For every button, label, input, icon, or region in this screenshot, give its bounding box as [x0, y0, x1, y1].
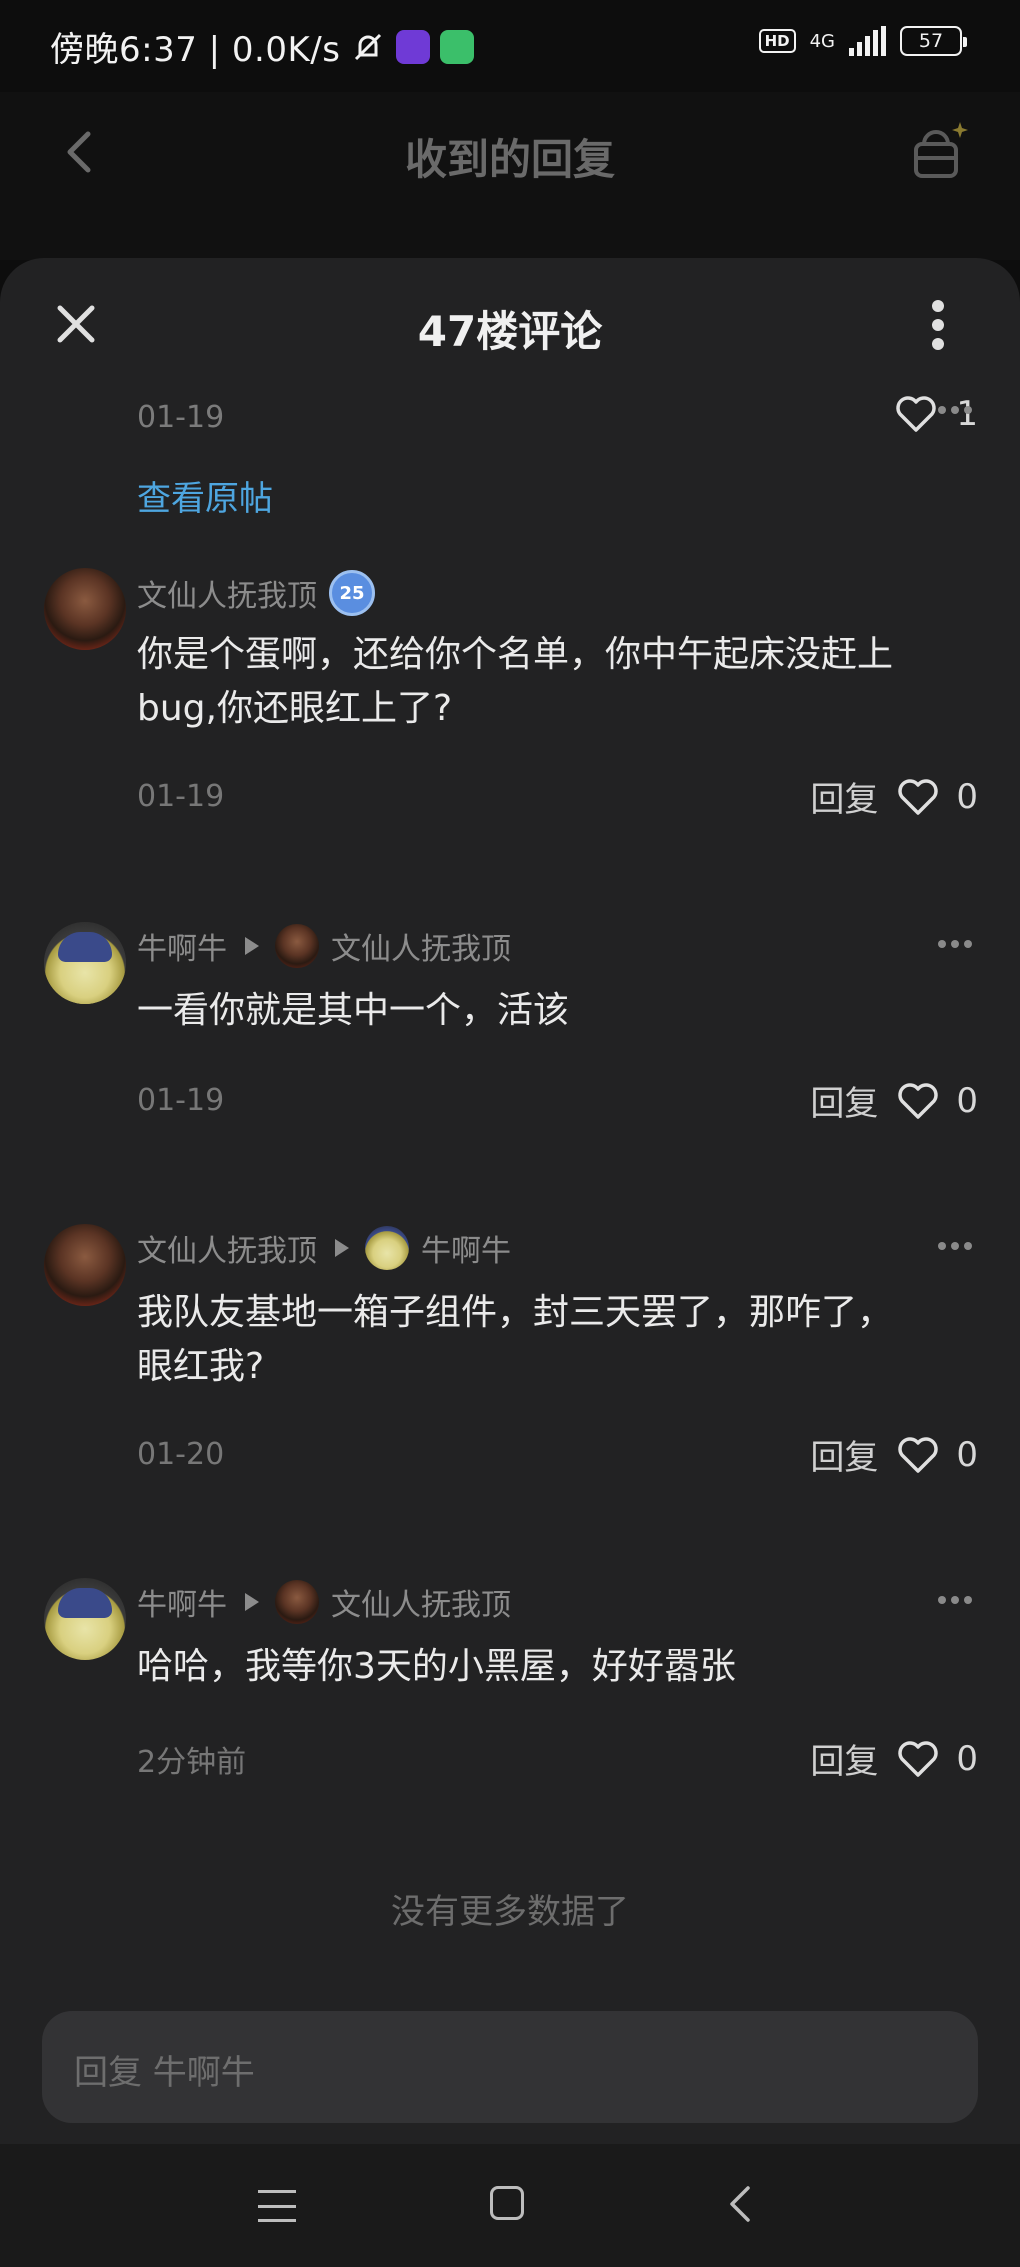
reply-arrow-icon [245, 1593, 259, 1611]
reply-input-placeholder: 回复 牛啊牛 [74, 2053, 255, 2093]
heart-icon [898, 1082, 939, 1119]
comment-text: 哈哈，我等你3天的小黑屋，好好嚣张 [137, 1640, 967, 1694]
background-page-header: 收到的回复 [0, 92, 1020, 260]
back-icon[interactable] [724, 2184, 754, 2224]
avatar [275, 1580, 319, 1624]
heart-icon [898, 1436, 939, 1473]
comment-meta: 2分钟前 回复 0 [137, 1734, 978, 1783]
like-count: 0 [956, 1080, 978, 1121]
comment-text-line: 哈哈，我等你3天的小黑屋，好好嚣张 [137, 1646, 736, 1687]
avatar [365, 1226, 409, 1270]
comment-text: 我队友基地一箱子组件，封三天罢了，那咋了， 眼红我? [137, 1286, 967, 1394]
app-notification-icon [396, 29, 431, 64]
comment-date: 2分钟前 [137, 1744, 247, 1780]
comment-author-row: 文仙人抚我顶 牛啊牛 [137, 1226, 511, 1270]
avatar[interactable] [44, 1224, 126, 1306]
avatar [275, 924, 319, 968]
battery-level: 57 [918, 30, 944, 52]
like-count: 0 [956, 1434, 978, 1475]
reply-button[interactable]: 回复 [810, 1430, 878, 1479]
basket-icon [914, 122, 968, 178]
signal-icon [849, 26, 886, 56]
comment-date: 01-19 [137, 1083, 225, 1118]
reply-to-name[interactable]: 文仙人抚我顶 [331, 1580, 511, 1624]
mute-bell-icon [355, 33, 382, 60]
comment-more-icon[interactable] [938, 940, 972, 948]
comment-meta: 01-19 回复 0 [137, 1076, 978, 1125]
author-name[interactable]: 文仙人抚我顶 [137, 1226, 317, 1270]
no-more-data-text: 没有更多数据了 [391, 1892, 629, 1932]
home-icon[interactable] [490, 2186, 524, 2220]
reply-to-name[interactable]: 牛啊牛 [421, 1226, 511, 1270]
comment-author-row: 牛啊牛 文仙人抚我顶 [137, 924, 511, 968]
avatar[interactable] [44, 922, 126, 1004]
comment-text-line: 我队友基地一箱子组件，封三天罢了，那咋了， [137, 1292, 894, 1333]
reply-to-name[interactable]: 文仙人抚我顶 [331, 924, 511, 968]
reply-button[interactable]: 回复 [810, 1076, 878, 1125]
comment-meta: 01-20 回复 0 [137, 1430, 978, 1479]
system-nav-bar [0, 2144, 1020, 2267]
like-button[interactable]: 0 [896, 1739, 978, 1779]
heart-icon [898, 1740, 939, 1777]
comment-text: 一看你就是其中一个，活该 [137, 984, 967, 1038]
comment-text-line: 一看你就是其中一个，活该 [137, 990, 570, 1031]
recent-apps-icon[interactable] [258, 2190, 296, 2222]
hd-icon: HD [758, 29, 796, 53]
comment-list-lower: 牛啊牛 文仙人抚我顶 一看你就是其中一个，活该 01-19 回复 0 文仙人抚我… [0, 258, 1020, 1718]
comment-author-row: 牛啊牛 文仙人抚我顶 [137, 1580, 511, 1624]
status-time: 傍晚6:37 | 0.0K/s [50, 30, 341, 70]
comment-more-icon[interactable] [938, 1596, 972, 1604]
reply-button[interactable]: 回复 [810, 1734, 878, 1783]
comment-date: 01-20 [137, 1437, 225, 1472]
author-name[interactable]: 牛啊牛 [137, 924, 227, 968]
status-right: HD 4G 57 [758, 26, 967, 56]
battery-icon: 57 [900, 26, 967, 56]
reply-input[interactable]: 回复 牛啊牛 [42, 2011, 978, 2123]
like-count: 0 [956, 1738, 978, 1779]
network-type: 4G [809, 30, 835, 52]
like-button[interactable]: 0 [896, 1081, 978, 1121]
status-left: 傍晚6:37 | 0.0K/s [50, 22, 475, 71]
reply-arrow-icon [335, 1239, 349, 1257]
like-button[interactable]: 0 [896, 1435, 978, 1475]
app-notification-icon [440, 29, 475, 64]
author-name[interactable]: 牛啊牛 [137, 1580, 227, 1624]
comment-more-icon[interactable] [938, 1242, 972, 1250]
avatar[interactable] [44, 1578, 126, 1660]
background-page-title: 收到的回复 [404, 135, 615, 184]
comment-text-line: 眼红我? [137, 1346, 265, 1387]
reply-arrow-icon [245, 937, 259, 955]
status-bar: 傍晚6:37 | 0.0K/s HD 4G 57 [0, 0, 1020, 92]
